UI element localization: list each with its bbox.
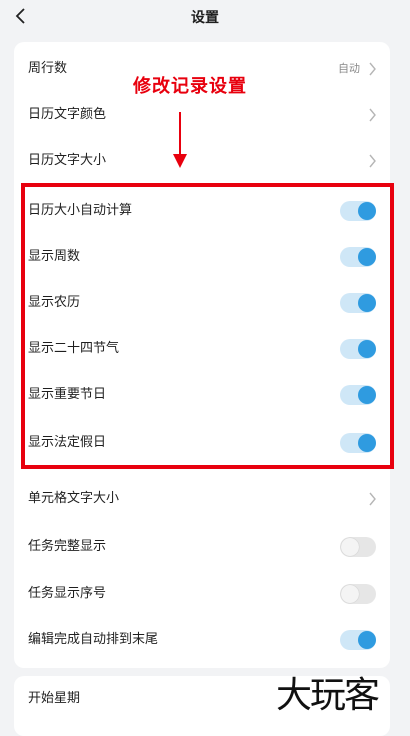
toggle-knob: [358, 631, 376, 649]
setting-label: 任务显示序号: [28, 586, 107, 601]
watermark-logo: 大玩客: [276, 675, 380, 716]
page-title: 设置: [191, 10, 219, 26]
setting-label: 周行数: [28, 61, 68, 76]
task-full-display-toggle[interactable]: [340, 537, 376, 557]
top-bar: 设置: [0, 0, 410, 34]
setting-row-cell-text-size[interactable]: 单元格文字大小: [14, 476, 390, 522]
setting-label: 编辑完成自动排到末尾: [28, 632, 159, 647]
setting-row-task-full-display: 任务完整显示: [14, 524, 390, 570]
chevron-right-icon: [369, 492, 376, 506]
setting-label: 日历文字颜色: [28, 107, 107, 122]
setting-row-text-size[interactable]: 日历文字大小: [14, 138, 390, 184]
setting-label: 任务完整显示: [28, 539, 107, 554]
arrow-down-icon: [173, 112, 187, 168]
task-numbering-toggle[interactable]: [340, 584, 376, 604]
toggle-knob: [341, 538, 359, 556]
setting-row-auto-sort-end: 编辑完成自动排到末尾: [14, 617, 390, 663]
auto-sort-end-toggle[interactable]: [340, 630, 376, 650]
setting-value: 自动: [338, 62, 360, 75]
setting-row-text-color[interactable]: 日历文字颜色: [14, 92, 390, 138]
setting-label: 开始星期: [28, 691, 81, 706]
toggle-knob: [341, 585, 359, 603]
setting-label: 单元格文字大小: [28, 491, 120, 506]
chevron-right-icon: [369, 108, 376, 122]
chevron-right-icon: [369, 62, 376, 76]
setting-label: 日历文字大小: [28, 153, 107, 168]
setting-row-task-numbering: 任务显示序号: [14, 571, 390, 617]
chevron-right-icon: [369, 154, 376, 168]
annotation-label: 修改记录设置: [133, 76, 247, 97]
highlight-box: [21, 183, 394, 469]
